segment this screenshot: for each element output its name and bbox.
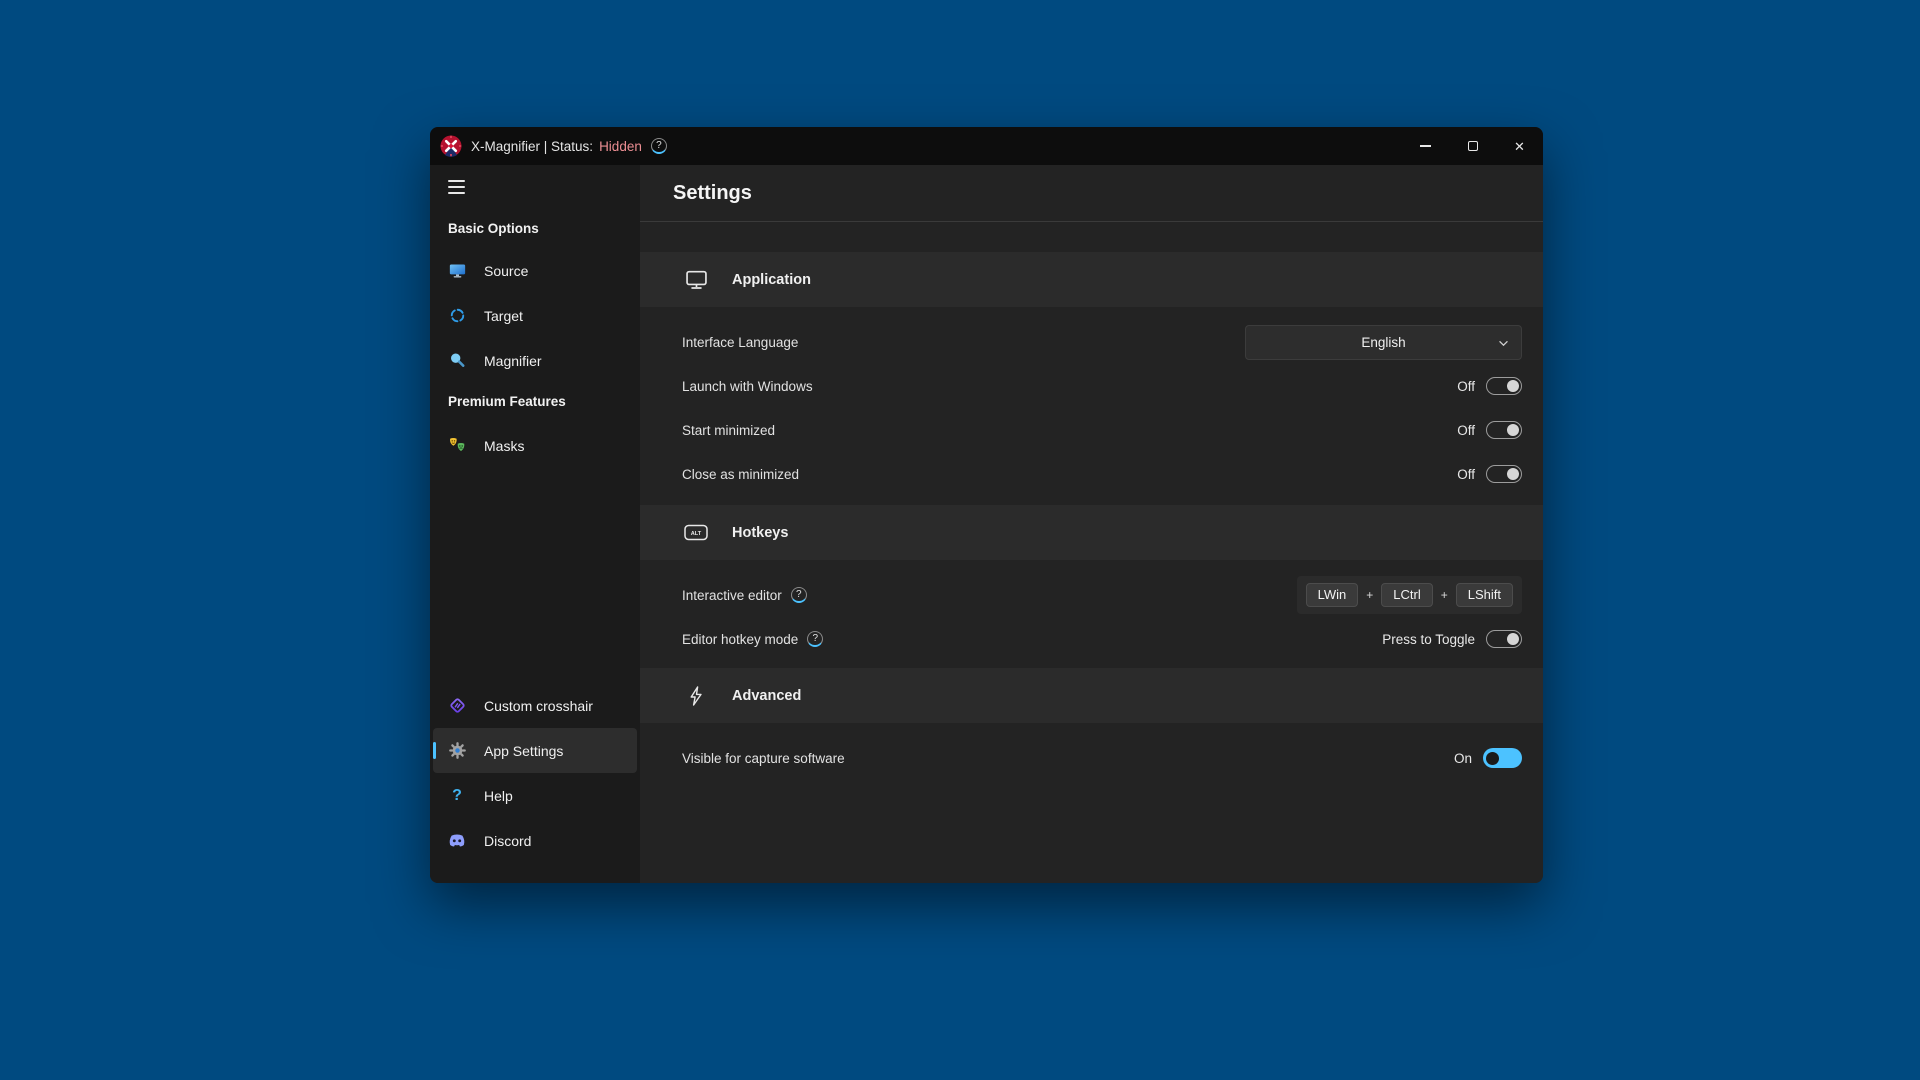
app-window: X-Magnifier | Status: Hidden ? ✕ Basic O… bbox=[430, 127, 1543, 883]
key-chip[interactable]: LCtrl bbox=[1381, 582, 1433, 608]
launch-with-windows-row: Launch with Windows Off bbox=[640, 364, 1543, 408]
sidebar-item-discord[interactable]: Discord bbox=[430, 818, 640, 863]
editor-hotkey-mode-help-badge[interactable]: ? bbox=[807, 631, 824, 647]
sidebar-group-basic-options: Basic Options bbox=[448, 221, 539, 236]
editor-hotkey-mode-toggle[interactable] bbox=[1486, 630, 1522, 648]
svg-text:ALT: ALT bbox=[691, 531, 702, 537]
sidebar-bottom-group: Custom crosshair App Settings ? Help Dis… bbox=[430, 683, 640, 863]
start-minimized-row: Start minimized Off bbox=[640, 408, 1543, 452]
close-icon: ✕ bbox=[1514, 138, 1525, 154]
close-as-minimized-label: Close as minimized bbox=[682, 466, 800, 482]
discord-icon bbox=[448, 832, 466, 850]
toggle-knob bbox=[1507, 468, 1519, 480]
toggle-state-label: On bbox=[1453, 750, 1472, 766]
section-hotkeys: ALT Hotkeys bbox=[640, 505, 1543, 560]
sidebar-item-label: Magnifier bbox=[484, 352, 542, 369]
page-title: Settings bbox=[673, 181, 752, 204]
sidebar-item-app-settings[interactable]: App Settings bbox=[433, 728, 637, 773]
sidebar-item-label: Discord bbox=[484, 832, 532, 849]
toggle-state-label: Press to Toggle bbox=[1382, 631, 1475, 647]
minimize-button[interactable] bbox=[1402, 127, 1449, 165]
visible-for-capture-toggle[interactable] bbox=[1483, 748, 1522, 768]
status-help-badge[interactable]: ? bbox=[650, 138, 667, 154]
sidebar-item-label: Target bbox=[484, 307, 523, 324]
sidebar-item-label: Custom crosshair bbox=[484, 697, 593, 714]
advanced-rows: Visible for capture software On bbox=[640, 723, 1543, 780]
sidebar-item-magnifier[interactable]: Magnifier bbox=[430, 338, 640, 383]
close-as-minimized-toggle[interactable] bbox=[1486, 465, 1522, 483]
hamburger-menu-button[interactable] bbox=[448, 180, 465, 194]
sidebar-item-label: App Settings bbox=[484, 742, 564, 759]
launch-with-windows-label: Launch with Windows bbox=[682, 378, 813, 394]
chevron-down-icon bbox=[1498, 340, 1509, 347]
help-question-icon: ? bbox=[452, 786, 462, 804]
section-application: Application bbox=[640, 252, 1543, 307]
custom-crosshair-icon bbox=[448, 697, 466, 715]
editor-hotkey-mode-label: Editor hotkey mode bbox=[682, 631, 799, 647]
toggle-knob bbox=[1507, 380, 1519, 392]
lightning-bolt-icon bbox=[684, 685, 708, 706]
key-chip[interactable]: LWin bbox=[1305, 582, 1359, 608]
close-as-minimized-row: Close as minimized Off bbox=[640, 452, 1543, 496]
monitor-icon bbox=[448, 262, 466, 280]
crosshair-target-icon bbox=[448, 307, 466, 325]
sidebar-item-label: Source bbox=[484, 262, 529, 279]
key-chip[interactable]: LShift bbox=[1455, 582, 1513, 608]
window-title: X-Magnifier | Status: bbox=[471, 138, 594, 154]
section-title: Advanced bbox=[732, 687, 802, 704]
start-minimized-label: Start minimized bbox=[682, 422, 776, 438]
sidebar-item-label: Help bbox=[484, 787, 513, 804]
interface-language-value: English bbox=[1361, 334, 1406, 350]
maximize-button[interactable] bbox=[1449, 127, 1496, 165]
editor-hotkey-mode-row: Editor hotkey mode ? Press to Toggle bbox=[640, 617, 1543, 661]
monitor-outline-icon bbox=[684, 270, 708, 290]
key-separator: + bbox=[1440, 588, 1448, 602]
section-title: Application bbox=[732, 271, 811, 288]
titlebar[interactable]: X-Magnifier | Status: Hidden ? ✕ bbox=[430, 127, 1543, 165]
toggle-state-label: Off bbox=[1457, 466, 1475, 482]
status-value: Hidden bbox=[599, 138, 642, 154]
close-button[interactable]: ✕ bbox=[1496, 127, 1543, 165]
toggle-knob bbox=[1507, 424, 1519, 436]
application-rows: Interface Language English Launch with W… bbox=[640, 307, 1543, 496]
hotkey-combo-editor[interactable]: LWin + LCtrl + LShift bbox=[1296, 576, 1522, 614]
visible-for-capture-row: Visible for capture software On bbox=[640, 736, 1543, 780]
interactive-editor-label: Interactive editor bbox=[682, 587, 782, 603]
toggle-knob bbox=[1507, 633, 1519, 645]
sidebar-item-masks[interactable]: Masks bbox=[430, 423, 640, 468]
sidebar-group-premium-features: Premium Features bbox=[448, 394, 566, 409]
interface-language-select[interactable]: English bbox=[1245, 324, 1522, 360]
sidebar: Basic Options Source Target Magnifier Pr… bbox=[430, 165, 640, 883]
toggle-state-label: Off bbox=[1457, 378, 1475, 394]
section-title: Hotkeys bbox=[732, 524, 789, 541]
key-separator: + bbox=[1366, 588, 1374, 602]
interactive-editor-row: Interactive editor ? LWin + LCtrl + LShi… bbox=[640, 573, 1543, 617]
app-logo-icon bbox=[440, 135, 462, 157]
toggle-knob bbox=[1486, 751, 1499, 765]
sidebar-item-target[interactable]: Target bbox=[430, 293, 640, 338]
start-minimized-toggle[interactable] bbox=[1486, 421, 1522, 439]
sidebar-item-source[interactable]: Source bbox=[430, 248, 640, 293]
hotkeys-rows: Interactive editor ? LWin + LCtrl + LShi… bbox=[640, 560, 1543, 661]
page-header: Settings bbox=[640, 165, 1543, 222]
alt-key-icon: ALT bbox=[684, 524, 708, 541]
interface-language-row: Interface Language English bbox=[640, 320, 1543, 364]
settings-page: Settings Application Interface Language … bbox=[640, 165, 1543, 883]
visible-for-capture-label: Visible for capture software bbox=[682, 750, 845, 766]
section-advanced: Advanced bbox=[640, 668, 1543, 723]
toggle-state-label: Off bbox=[1457, 422, 1475, 438]
window-controls: ✕ bbox=[1402, 127, 1543, 165]
maximize-icon bbox=[1467, 141, 1478, 151]
interactive-editor-help-badge[interactable]: ? bbox=[790, 587, 807, 603]
sidebar-item-help[interactable]: ? Help bbox=[430, 773, 640, 818]
launch-with-windows-toggle[interactable] bbox=[1486, 377, 1522, 395]
sidebar-item-label: Masks bbox=[484, 437, 525, 454]
interface-language-label: Interface Language bbox=[682, 334, 799, 350]
sidebar-item-custom-crosshair[interactable]: Custom crosshair bbox=[430, 683, 640, 728]
magnifier-icon bbox=[448, 352, 466, 370]
minimize-icon bbox=[1420, 145, 1431, 147]
masks-icon bbox=[448, 437, 466, 455]
gear-icon bbox=[448, 742, 466, 760]
